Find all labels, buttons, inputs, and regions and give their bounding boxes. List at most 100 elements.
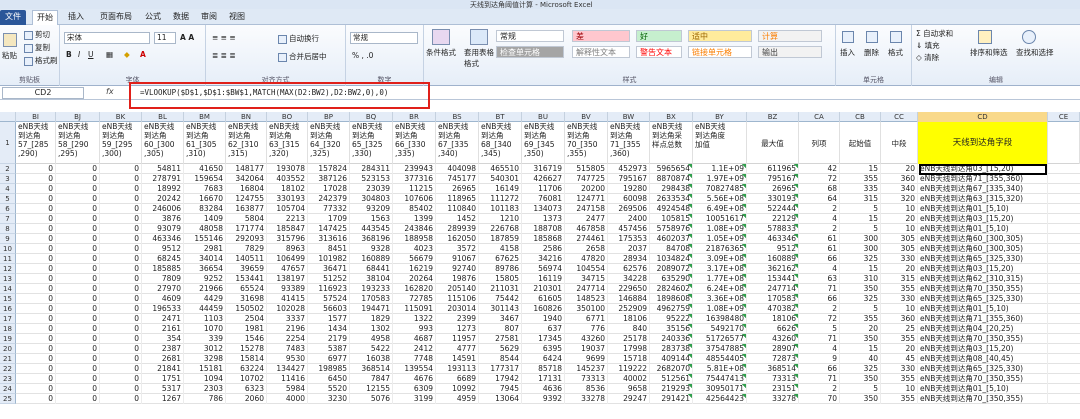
cell-BT[interactable]: 89786 bbox=[479, 264, 522, 274]
column-header-BZ[interactable]: BZ bbox=[747, 112, 799, 122]
cell-CD[interactable]: eNB天线到达角63_[315,320) bbox=[918, 194, 1048, 204]
cell-BJ[interactable]: 0 bbox=[56, 374, 100, 384]
row-header[interactable]: 14 bbox=[0, 284, 16, 294]
cell-BL[interactable]: 4609 bbox=[142, 294, 184, 304]
column-header-BS[interactable]: BS bbox=[436, 112, 479, 122]
header-cell-BX[interactable]: eNB天线 到达角采 样点总数 bbox=[650, 122, 693, 164]
cell-BU[interactable]: 6424 bbox=[522, 354, 565, 364]
cell-BO[interactable]: 18102 bbox=[267, 184, 308, 194]
cell-BS[interactable]: 404098 bbox=[436, 164, 479, 174]
cell-style-2[interactable]: 好 bbox=[636, 30, 682, 42]
cell-BN[interactable]: 16804 bbox=[226, 184, 267, 194]
cell-BV[interactable]: 8536 bbox=[565, 384, 608, 394]
cell-BX[interactable]: 240336 bbox=[650, 334, 693, 344]
cell-BV[interactable]: 274461 bbox=[565, 234, 608, 244]
cell-BS[interactable]: 289939 bbox=[436, 224, 479, 234]
cell-BS[interactable]: 203014 bbox=[436, 304, 479, 314]
cell-BY[interactable]: 1.77E+08 bbox=[693, 274, 747, 284]
cell-BW[interactable]: 19280 bbox=[608, 184, 650, 194]
cell-BZ[interactable]: 153441 bbox=[747, 274, 799, 284]
cell-BW[interactable]: 175353 bbox=[608, 234, 650, 244]
cell-CA[interactable]: 2 bbox=[799, 224, 840, 234]
cell-BI[interactable]: 0 bbox=[16, 284, 56, 294]
cell-BJ[interactable]: 0 bbox=[56, 284, 100, 294]
cell-BK[interactable]: 0 bbox=[100, 254, 142, 264]
cell-CC[interactable]: 10 bbox=[881, 204, 918, 214]
column-header-BM[interactable]: BM bbox=[184, 112, 226, 122]
cell-CA[interactable]: 2 bbox=[799, 304, 840, 314]
cell-BS[interactable]: 205140 bbox=[436, 284, 479, 294]
cell-BQ[interactable]: 193233 bbox=[350, 284, 393, 294]
column-header-BY[interactable]: BY bbox=[693, 112, 747, 122]
cell-BY[interactable]: 1.1E+09 bbox=[693, 164, 747, 174]
clear-button[interactable]: ◇ 清除 bbox=[916, 52, 939, 63]
cell-BW[interactable]: 840 bbox=[608, 324, 650, 334]
cell-BI[interactable]: 0 bbox=[16, 384, 56, 394]
cell-BZ[interactable]: 611965 bbox=[747, 164, 799, 174]
cell-BY[interactable]: 5492170 bbox=[693, 324, 747, 334]
cell-CB[interactable]: 5 bbox=[840, 204, 881, 214]
cell-BX[interactable]: 219293 bbox=[650, 384, 693, 394]
sort-filter-button[interactable]: 排序和筛选 bbox=[970, 47, 1008, 58]
cell-BX[interactable]: 2089072 bbox=[650, 264, 693, 274]
cell-BK[interactable]: 0 bbox=[100, 204, 142, 214]
cell-CD[interactable]: eNB天线到达角65_[325,330) bbox=[918, 294, 1048, 304]
header-cell-BJ[interactable]: eNB天线 到达角 58_[290 ,295) bbox=[56, 122, 100, 164]
cell-BM[interactable]: 48058 bbox=[184, 224, 226, 234]
select-all-corner[interactable] bbox=[0, 112, 16, 122]
cell-BW[interactable]: 795167 bbox=[608, 174, 650, 184]
cell-CC[interactable]: 355 bbox=[881, 334, 918, 344]
cell-BR[interactable]: 243846 bbox=[393, 224, 436, 234]
cell-BU[interactable]: 17131 bbox=[522, 374, 565, 384]
header-cell-BW[interactable]: eNB天线 到达角 71_[355 ,360) bbox=[608, 122, 650, 164]
cell-BJ[interactable]: 0 bbox=[56, 334, 100, 344]
cell-BZ[interactable]: 170583 bbox=[747, 294, 799, 304]
cell-CD[interactable]: eNB天线到达角08_[40,45) bbox=[918, 354, 1048, 364]
cell-BT[interactable]: 1210 bbox=[479, 214, 522, 224]
tab-page-layout[interactable]: 页面布局 bbox=[94, 10, 138, 25]
cell-CA[interactable]: 63 bbox=[799, 274, 840, 284]
tab-view[interactable]: 视图 bbox=[226, 10, 248, 25]
cell-BK[interactable]: 0 bbox=[100, 264, 142, 274]
cell-BV[interactable]: 43260 bbox=[565, 334, 608, 344]
cell-BW[interactable]: 29247 bbox=[608, 394, 650, 404]
cell-BY[interactable]: 37547885 bbox=[693, 344, 747, 354]
cell-BR[interactable]: 11215 bbox=[393, 184, 436, 194]
cell-BQ[interactable]: 1829 bbox=[350, 314, 393, 324]
cell-BV[interactable]: 9699 bbox=[565, 354, 608, 364]
cell-BI[interactable]: 0 bbox=[16, 164, 56, 174]
cell-BJ[interactable]: 0 bbox=[56, 394, 100, 404]
cell-CC[interactable]: 10 bbox=[881, 384, 918, 394]
cell-BJ[interactable]: 0 bbox=[56, 244, 100, 254]
cell-BN[interactable]: 292093 bbox=[226, 234, 267, 244]
table-format-button[interactable]: 套用表格格式 bbox=[464, 47, 498, 69]
cell-BZ[interactable]: 6626 bbox=[747, 324, 799, 334]
cell-BO[interactable]: 9530 bbox=[267, 354, 308, 364]
cell-CB[interactable]: 20 bbox=[840, 324, 881, 334]
column-header-BR[interactable]: BR bbox=[393, 112, 436, 122]
cell-BJ[interactable]: 0 bbox=[56, 234, 100, 244]
cell-BI[interactable]: 0 bbox=[16, 214, 56, 224]
cell-BY[interactable]: 30950171 bbox=[693, 384, 747, 394]
cell-CB[interactable]: 355 bbox=[840, 314, 881, 324]
cell-BX[interactable]: 2633534 bbox=[650, 194, 693, 204]
column-header-BJ[interactable]: BJ bbox=[56, 112, 100, 122]
cell-BL[interactable]: 278791 bbox=[142, 174, 184, 184]
cell-BK[interactable]: 0 bbox=[100, 214, 142, 224]
cell-BL[interactable]: 68245 bbox=[142, 254, 184, 264]
cell-BX[interactable]: 35156 bbox=[650, 324, 693, 334]
cell-BU[interactable]: 637 bbox=[522, 324, 565, 334]
insert-button[interactable]: 插入 bbox=[840, 47, 855, 58]
align-top-icon[interactable]: ≡ ≡ ≡ bbox=[212, 33, 236, 42]
cell-CA[interactable]: 4 bbox=[799, 214, 840, 224]
cell-BN[interactable]: 15814 bbox=[226, 354, 267, 364]
cell-BV[interactable]: 73313 bbox=[565, 374, 608, 384]
header-cell-BV[interactable]: eNB天线 到达角 70_[350 ,355) bbox=[565, 122, 608, 164]
column-header-BK[interactable]: BK bbox=[100, 112, 142, 122]
cell-BR[interactable]: 239943 bbox=[393, 164, 436, 174]
worksheet-grid[interactable]: BI BJ BK BL BM BN BO BP BQ BR BS BT BU BV BW BX BY BZ CA CB… bbox=[0, 112, 1080, 419]
cell-BY[interactable]: 1.08E+09 bbox=[693, 304, 747, 314]
cell-BN[interactable]: 1546 bbox=[226, 334, 267, 344]
cell-BQ[interactable]: 7847 bbox=[350, 374, 393, 384]
row-header[interactable]: 18 bbox=[0, 324, 16, 334]
